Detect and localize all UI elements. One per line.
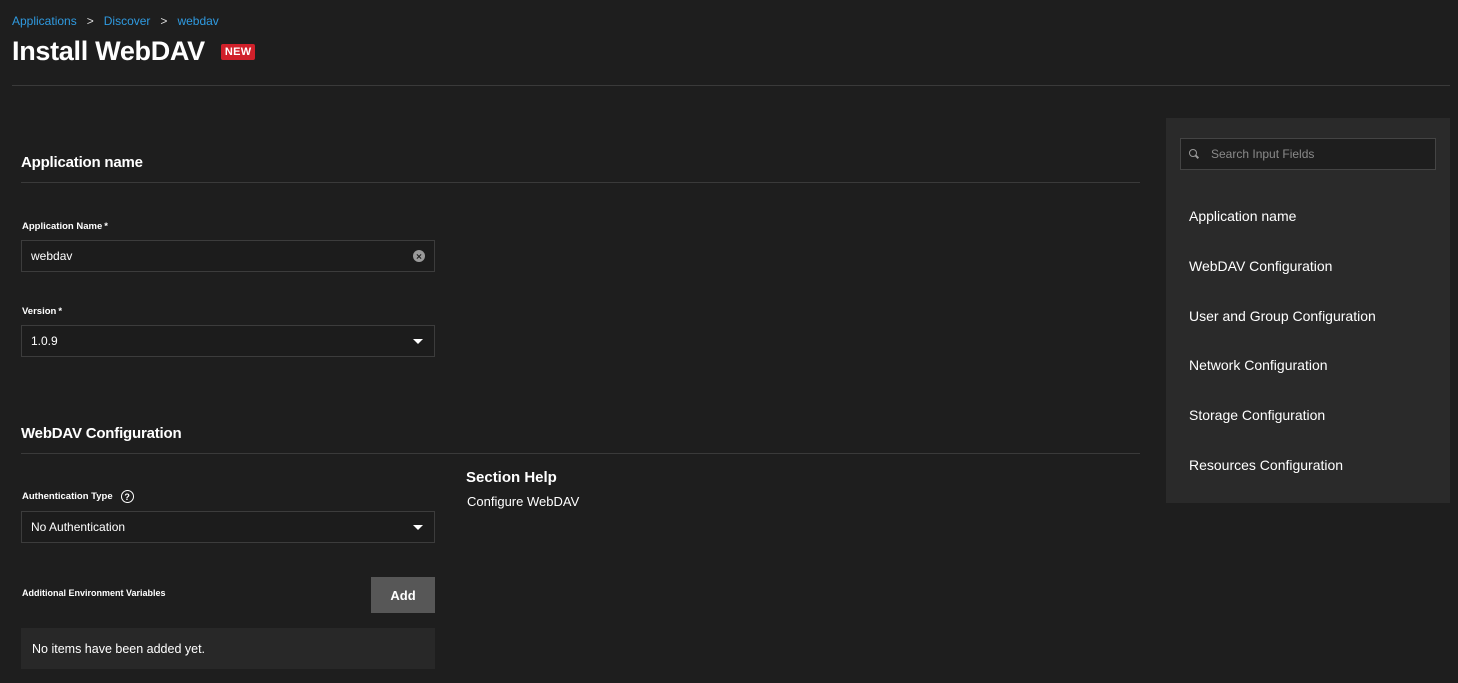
application-name-input[interactable] — [31, 249, 413, 263]
env-vars-empty-list: No items have been added yet. — [21, 628, 435, 669]
help-icon[interactable]: ? — [120, 490, 134, 503]
version-label: Version * — [22, 306, 62, 317]
nav-item-application-name[interactable]: Application name — [1189, 205, 1376, 255]
version-label-text: Version — [22, 306, 57, 317]
breadcrumb: Applications > Discover > webdav — [12, 14, 219, 28]
authentication-type-select[interactable]: No Authentication — [21, 511, 435, 543]
application-name-field[interactable] — [21, 240, 435, 272]
required-mark: * — [104, 221, 108, 232]
section-title-application-name: Application name — [21, 154, 143, 171]
nav-item-storage-configuration[interactable]: Storage Configuration — [1189, 404, 1376, 454]
search-icon — [1189, 149, 1199, 159]
application-name-label: Application Name * — [22, 221, 108, 232]
section-divider — [21, 182, 1140, 183]
empty-list-text: No items have been added yet. — [32, 641, 206, 656]
search-input[interactable] — [1209, 146, 1427, 162]
nav-item-resources-configuration[interactable]: Resources Configuration — [1189, 454, 1376, 504]
breadcrumb-applications[interactable]: Applications — [12, 14, 77, 28]
new-badge: NEW — [220, 43, 256, 60]
clear-icon[interactable] — [413, 250, 425, 262]
section-help-text: Configure WebDAV — [467, 494, 580, 509]
authentication-type-label: Authentication Type ? — [22, 490, 134, 503]
breadcrumb-webdav[interactable]: webdav — [177, 14, 218, 28]
side-panel: Application name WebDAV Configuration Us… — [1166, 118, 1450, 503]
add-env-var-button[interactable]: Add — [371, 577, 435, 613]
additional-env-vars-label: Additional Environment Variables — [22, 588, 166, 598]
section-help-title: Section Help — [466, 469, 557, 486]
nav-item-user-group-configuration[interactable]: User and Group Configuration — [1189, 305, 1376, 355]
nav-item-network-configuration[interactable]: Network Configuration — [1189, 354, 1376, 404]
chevron-down-icon — [413, 524, 423, 530]
application-name-label-text: Application Name — [22, 221, 103, 232]
page-title: Install WebDAV — [12, 36, 205, 66]
chevron-down-icon — [413, 338, 423, 344]
authentication-type-value: No Authentication — [31, 520, 126, 534]
header-divider — [12, 85, 1450, 86]
breadcrumb-separator: > — [86, 14, 94, 28]
section-title-webdav-configuration: WebDAV Configuration — [21, 425, 182, 442]
required-mark: * — [58, 306, 63, 317]
nav-item-webdav-configuration[interactable]: WebDAV Configuration — [1189, 255, 1376, 305]
section-nav: Application name WebDAV Configuration Us… — [1189, 205, 1376, 504]
breadcrumb-discover[interactable]: Discover — [104, 14, 151, 28]
search-field[interactable] — [1180, 138, 1436, 170]
version-select-value: 1.0.9 — [31, 334, 58, 348]
section-divider — [21, 453, 1140, 454]
authentication-type-label-text: Authentication Type — [22, 491, 113, 502]
page-header: Install WebDAV NEW — [12, 36, 256, 67]
breadcrumb-separator: > — [160, 14, 168, 28]
additional-env-vars-label-text: Additional Environment Variables — [22, 588, 166, 598]
version-select[interactable]: 1.0.9 — [21, 325, 435, 357]
